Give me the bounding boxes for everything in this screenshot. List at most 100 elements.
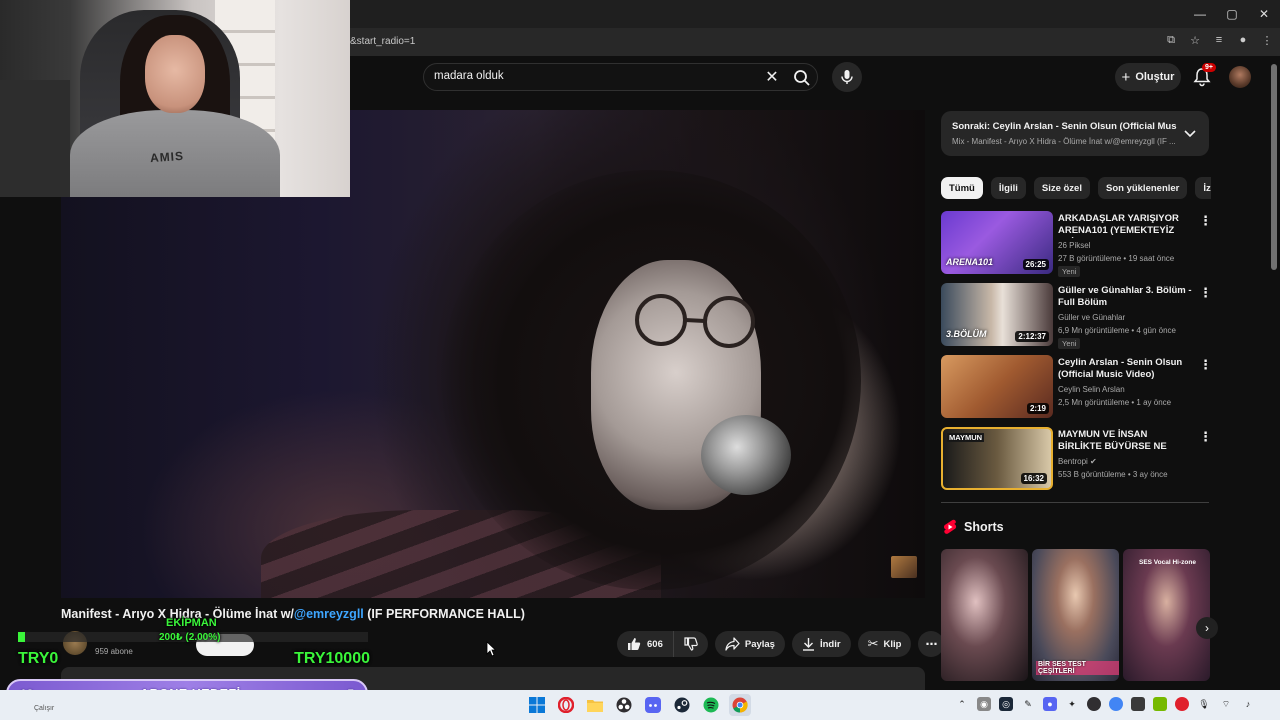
discord-icon[interactable] xyxy=(642,694,664,716)
chevron-down-icon[interactable] xyxy=(1182,125,1198,141)
chip-for-you[interactable]: Size özel xyxy=(1033,177,1090,199)
maximize-button[interactable]: ▢ xyxy=(1216,0,1248,28)
video-thumbnail[interactable]: 2:19 xyxy=(941,355,1053,418)
opera-icon[interactable] xyxy=(555,694,577,716)
chrome-icon[interactable] xyxy=(729,694,751,716)
tray-browser-icon[interactable] xyxy=(1109,697,1123,711)
list-item[interactable]: 2:19 Ceylin Arslan - Senin Olsun (Offici… xyxy=(941,355,1212,427)
video-duration: 16:32 xyxy=(1020,473,1047,484)
thumbs-up-icon xyxy=(628,638,641,650)
chip-recently-uploaded[interactable]: Son yüklenenler xyxy=(1097,177,1188,199)
install-app-icon[interactable]: ⧉ xyxy=(1164,33,1178,47)
media-control-icon[interactable]: ≡ xyxy=(1212,33,1226,47)
shorts-heading: Shorts xyxy=(943,519,1004,535)
channel-name[interactable]: Bentropi ✔ xyxy=(1058,457,1097,466)
new-badge: Yeni xyxy=(1058,266,1081,277)
video-thumbnail[interactable]: ARENA101 26:25 xyxy=(941,211,1053,274)
tray-steam-icon[interactable]: ◎ xyxy=(999,697,1013,711)
like-button[interactable]: 606 xyxy=(617,631,674,657)
scissors-icon: ✂ xyxy=(867,636,879,651)
tray-record-icon[interactable] xyxy=(1175,697,1189,711)
video-meta: 6,9 Mn görüntüleme • 4 gün önce xyxy=(1058,326,1176,335)
donation-progress-fill xyxy=(18,632,25,642)
up-next-subtitle: Mix - Manifest - Arıyo X Hidra - Ölüme İ… xyxy=(952,137,1176,146)
list-item[interactable]: ARENA101 26:25 ARKADAŞLAR YARIŞIYOR AREN… xyxy=(941,211,1212,283)
clear-search-icon[interactable]: ✕ xyxy=(762,68,782,88)
kebab-menu-icon[interactable]: ⋮ xyxy=(1199,358,1212,372)
browser-menu-icon[interactable]: ⋮ xyxy=(1260,33,1274,47)
clip-label: Klip xyxy=(883,638,902,650)
file-explorer-icon[interactable] xyxy=(584,694,606,716)
filter-chips: Tümü İlgili Size özel Son yüklenenler İz… xyxy=(941,177,1211,199)
up-next-playlist[interactable]: Sonraki: Ceylin Arslan - Senin Olsun (Of… xyxy=(941,111,1209,156)
search-input[interactable] xyxy=(434,70,754,82)
short-item[interactable]: SES Vocal Hi-zone xyxy=(1123,549,1210,681)
cam-face xyxy=(145,35,205,113)
shorts-logo-icon xyxy=(943,519,957,534)
tray-mic-icon[interactable]: 🎙 xyxy=(1197,697,1211,711)
tray-app2-icon[interactable] xyxy=(1131,697,1145,711)
donation-goal-title: EKİPMAN xyxy=(166,617,217,629)
share-icon xyxy=(725,637,740,651)
tray-app-icon[interactable]: ◉ xyxy=(977,697,991,711)
video-title-post: (IF PERFORMANCE HALL) xyxy=(363,607,525,621)
voice-search-mic-icon[interactable] xyxy=(832,62,862,92)
create-button[interactable]: + Oluştur xyxy=(1115,63,1181,91)
kebab-menu-icon[interactable]: ⋮ xyxy=(1199,286,1212,300)
tray-pen-icon[interactable]: ✎ xyxy=(1021,697,1035,711)
account-avatar[interactable] xyxy=(1229,66,1251,88)
chip-related[interactable]: İlgili xyxy=(990,177,1026,199)
steam-icon[interactable] xyxy=(671,694,693,716)
shorts-next-chevron-icon[interactable]: › xyxy=(1196,617,1218,639)
donation-max-label: TRY10000 xyxy=(294,650,370,667)
channel-name[interactable]: Güller ve Günahlar xyxy=(1058,313,1125,322)
short-item[interactable] xyxy=(941,549,1028,681)
video-title[interactable]: MAYMUN VE İNSAN BİRLİKTE BÜYÜRSE NE OLUR… xyxy=(1058,429,1193,454)
bookmark-star-icon[interactable]: ☆ xyxy=(1188,33,1202,47)
tray-nvidia-icon[interactable] xyxy=(1153,697,1167,711)
page-scrollbar[interactable] xyxy=(1271,64,1277,270)
minimize-button[interactable]: — xyxy=(1184,0,1216,28)
short-caption: BİR SES TEST ÇEŞİTLERİ xyxy=(1036,661,1119,675)
video-title[interactable]: Güller ve Günahlar 3. Bölüm - Full Bölüm xyxy=(1058,285,1193,309)
tray-expand-chevron-icon[interactable]: ⌃ xyxy=(955,697,969,711)
video-title[interactable]: ARKADAŞLAR YARIŞIYOR ARENA101 (YEMEKTEYİ… xyxy=(1058,213,1193,238)
windows-start-icon[interactable] xyxy=(526,694,548,716)
thumbnail-label: ARENA101 xyxy=(946,257,994,267)
tray-discord-icon[interactable]: ● xyxy=(1043,697,1057,711)
tray-network-icon[interactable]: ✦ xyxy=(1065,697,1079,711)
system-tray: ⌃ ◉ ◎ ✎ ● ✦ 🎙 ⌔ ♪ xyxy=(955,697,1255,711)
spotify-icon[interactable] xyxy=(700,694,722,716)
video-thumbnail[interactable]: MAYMUN 16:32 xyxy=(941,427,1053,490)
channel-name[interactable]: 26 Piksel xyxy=(1058,241,1090,250)
clip-button[interactable]: ✂ Klip xyxy=(857,631,912,657)
video-actions: 606 Paylaş İndir ✂ Klip ⋯ xyxy=(617,631,945,657)
list-item[interactable]: 3.BÖLÜM 2:12:37 Güller ve Günahlar 3. Bö… xyxy=(941,283,1212,355)
tray-volume-icon[interactable]: ♪ xyxy=(1241,697,1255,711)
share-button[interactable]: Paylaş xyxy=(714,631,785,657)
channel-name[interactable]: Ceylin Selin Arslan xyxy=(1058,385,1125,394)
video-thumbnail[interactable]: 3.BÖLÜM 2:12:37 xyxy=(941,283,1053,346)
short-item[interactable]: BİR SES TEST ÇEŞİTLERİ xyxy=(1032,549,1119,681)
video-duration: 2:12:37 xyxy=(1015,331,1049,342)
profile-icon[interactable]: ● xyxy=(1236,33,1250,47)
thumbnail-label: MAYMUN xyxy=(947,433,985,442)
chip-watched[interactable]: İzlenen xyxy=(1195,177,1211,199)
obs-icon[interactable] xyxy=(613,694,635,716)
chip-all[interactable]: Tümü xyxy=(941,177,983,199)
address-bar[interactable]: &start_radio=1 xyxy=(350,36,415,47)
video-title[interactable]: Ceylin Arslan - Senin Olsun (Official Mu… xyxy=(1058,357,1193,381)
new-badge: Yeni xyxy=(1058,338,1081,349)
dislike-button[interactable] xyxy=(674,631,708,657)
tray-wifi-icon[interactable]: ⌔ xyxy=(1219,697,1233,711)
channel-watermark[interactable] xyxy=(891,556,917,578)
cam-sofa xyxy=(0,80,70,197)
list-item[interactable]: MAYMUN 16:32 MAYMUN VE İNSAN BİRLİKTE BÜ… xyxy=(941,427,1212,499)
thumbnail-label: 3.BÖLÜM xyxy=(946,329,987,339)
search-icon[interactable] xyxy=(792,68,812,88)
kebab-menu-icon[interactable]: ⋮ xyxy=(1199,214,1212,228)
close-window-button[interactable]: ✕ xyxy=(1248,0,1280,28)
tray-obs-icon[interactable] xyxy=(1087,697,1101,711)
kebab-menu-icon[interactable]: ⋮ xyxy=(1199,430,1212,444)
download-button[interactable]: İndir xyxy=(791,631,851,657)
